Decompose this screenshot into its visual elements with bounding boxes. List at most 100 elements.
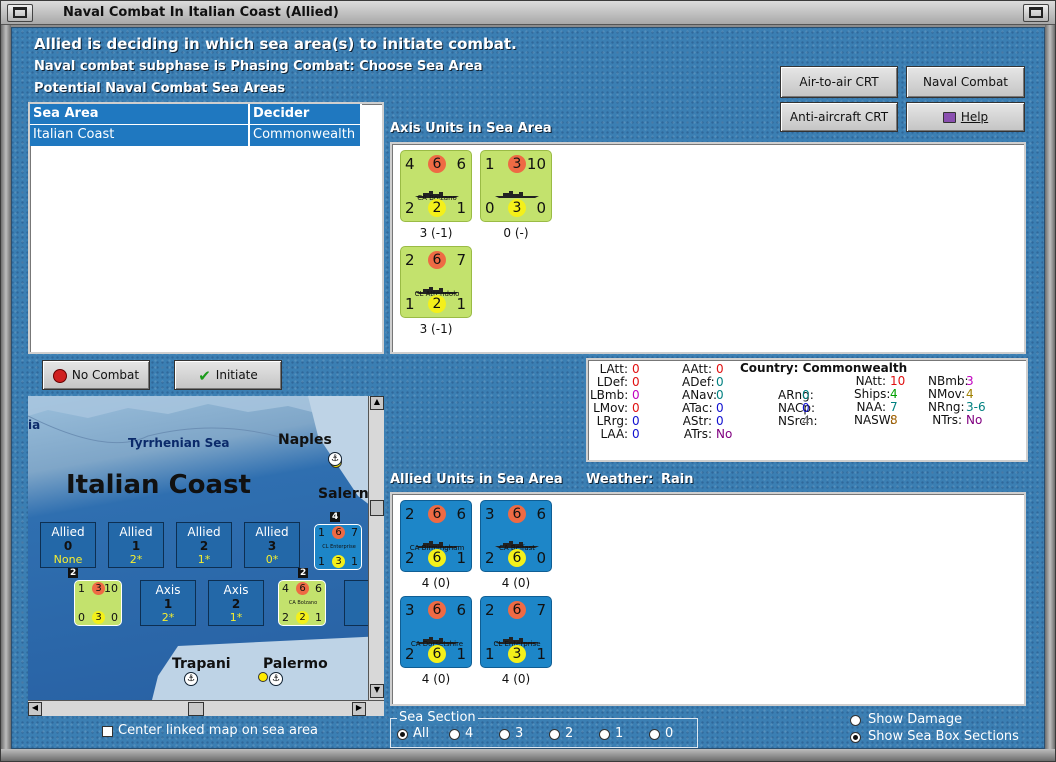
map-unit-counter[interactable]: 4 6 6 CA Bolzano 2 2 1 — [278, 580, 326, 626]
unit-name: CL Enterprise — [322, 544, 356, 550]
system-menu-button[interactable] — [7, 4, 33, 22]
attack-factor: 4 — [405, 155, 415, 173]
sea-section-label: Sea Section — [397, 710, 478, 725]
no-combat-button[interactable]: No Combat — [42, 360, 150, 390]
stat-value: 0 — [716, 414, 724, 428]
sea-area-list: Sea Area Decider Italian Coast Commonwea… — [28, 102, 384, 354]
box-value: 1* — [229, 611, 243, 624]
subphase-message: Naval combat subphase is Phasing Combat:… — [34, 59, 483, 74]
palermo-city-marker — [258, 672, 268, 682]
cell-decider[interactable]: Commonwealth — [250, 125, 362, 146]
bottom-frame — [1, 749, 1055, 761]
horizontal-scroll-thumb[interactable] — [188, 702, 204, 716]
sea-section-radio-3[interactable] — [549, 729, 560, 740]
allied-units-label: Allied Units in Sea Area — [390, 472, 563, 487]
show-sea-box-sections-radio[interactable] — [850, 732, 861, 743]
box-title: Axis — [155, 583, 181, 597]
cell-sea-area[interactable]: Italian Coast — [30, 125, 250, 146]
aa-factor: 2 — [405, 645, 415, 663]
sea-section-radio-2[interactable] — [499, 729, 510, 740]
asw-factor: 3 — [332, 555, 345, 568]
sea-area-map[interactable]: Tyrrhenian Sea Italian Coast Naples Sale… — [28, 396, 384, 716]
map-vertical-scrollbar[interactable]: ▲ ▼ — [368, 396, 384, 700]
map-horizontal-scrollbar[interactable]: ◀ ▶ — [28, 700, 384, 716]
stat-label: ADef: — [682, 375, 715, 389]
defense-factor: 6 — [508, 505, 526, 523]
axis-sea-box-0[interactable]: Axis 1 2* — [140, 580, 196, 626]
axis-unit-counter[interactable]: 2 6 7 CL Attendolo 1 2 1 — [400, 246, 472, 318]
center-map-checkbox[interactable] — [102, 726, 113, 737]
air-to-air-crt-button[interactable]: Air-to-air CRT — [780, 66, 898, 98]
movement-factor: 1 — [456, 549, 466, 567]
movement-factor: 1 — [456, 645, 466, 663]
range-factor: 10 — [526, 155, 546, 173]
allied-sea-box-1[interactable]: Allied 1 2* — [108, 522, 164, 568]
attack-factor: 3 — [485, 505, 495, 523]
map-unit-counter[interactable]: 1 6 7 CL Enterprise 1 3 1 — [314, 524, 362, 570]
help-button[interactable]: Help — [906, 102, 1025, 132]
show-damage-radio[interactable] — [850, 715, 861, 726]
axis-unit-counter[interactable]: 1 3 10 0 3 0 — [480, 150, 552, 222]
initiate-combat-button[interactable]: ✔Initiate Combat — [174, 360, 282, 411]
sea-section-radio-1[interactable] — [449, 729, 460, 740]
allied-unit-counter[interactable]: 2 6 7 CL Enterprise 1 3 1 — [480, 596, 552, 668]
stat-label: NTrs: — [932, 413, 962, 427]
country-info-panel: LAtt: 0 LDef: 0 LBmb: 0 LMov: 0 LRrg: 0 LAA: 0 AAtt:… — [586, 358, 1028, 462]
title-bar[interactable]: Naval Combat In Italian Coast (Allied) — [1, 1, 1055, 25]
scroll-right-arrow-icon[interactable]: ▶ — [352, 702, 366, 716]
maximize-button[interactable] — [1023, 4, 1049, 22]
city-salerno: Salern — [318, 486, 369, 502]
attack-factor: 1 — [485, 155, 495, 173]
stat-label: LAtt: — [599, 362, 628, 376]
scroll-down-arrow-icon[interactable]: ▼ — [370, 684, 384, 698]
window-icon — [13, 7, 27, 18]
asw-factor: 3 — [508, 645, 526, 663]
box-value: 0* — [265, 553, 279, 566]
allied-sea-box-2[interactable]: Allied 2 1* — [176, 522, 232, 568]
column-header-sea-area[interactable]: Sea Area — [30, 104, 250, 125]
column-header-decider[interactable]: Decider — [250, 104, 362, 125]
stack-count-badge: 4 — [330, 512, 341, 522]
attack-factor: 2 — [485, 601, 495, 619]
stat-label: NASW: — [854, 413, 895, 427]
map-unit-counter[interactable]: 1 3 10 0 3 0 — [74, 580, 122, 626]
stat-value: 3 — [966, 374, 974, 388]
sea-section-radio-5[interactable] — [649, 729, 660, 740]
ship-silhouette-icon — [415, 183, 459, 198]
naval-combat-chart-button[interactable]: Naval Combat Chart — [906, 66, 1025, 119]
sea-section-radio-4[interactable] — [599, 729, 610, 740]
aa-factor: 2 — [485, 549, 495, 567]
stat-label: LDef: — [596, 375, 628, 389]
allied-unit-counter[interactable]: 3 6 6 CA Dorsetshire 2 6 1 — [400, 596, 472, 668]
scroll-left-arrow-icon[interactable]: ◀ — [28, 702, 42, 716]
axis-unit-counter[interactable]: 4 6 6 CA Bolzano 2 2 1 — [400, 150, 472, 222]
stat-value: No — [966, 413, 983, 427]
allied-sea-box-3[interactable]: Allied 3 0* — [244, 522, 300, 568]
window-title: Naval Combat In Italian Coast (Allied) — [63, 5, 339, 20]
vertical-scroll-thumb[interactable] — [370, 500, 384, 516]
asw-factor: 6 — [428, 549, 446, 567]
anti-aircraft-crt-button[interactable]: Anti-aircraft CRT — [780, 102, 898, 132]
allied-unit-counter[interactable]: 3 6 6 CA Belfast 2 6 0 — [480, 500, 552, 572]
sea-section-radio-0[interactable] — [397, 729, 408, 740]
box-number: 0 — [63, 539, 73, 553]
map-edge-text: ia — [28, 418, 41, 432]
allied-sea-box-0[interactable]: Allied 0 None — [40, 522, 96, 568]
aa-factor: 2 — [282, 611, 289, 624]
stat-value: 0 — [632, 414, 640, 428]
aa-factor: 1 — [318, 555, 325, 568]
asw-factor: 6 — [428, 645, 446, 663]
allied-unit-counter[interactable]: 2 6 6 CA Birmingham 2 6 1 — [400, 500, 472, 572]
city-trapani: Trapani — [172, 656, 231, 672]
scroll-up-arrow-icon[interactable]: ▲ — [370, 396, 384, 410]
stat-value: 3-6 — [966, 400, 986, 414]
axis-sea-box-1[interactable]: Axis 2 1* — [208, 580, 264, 626]
box-number: 2 — [231, 597, 241, 611]
asw-factor: 3 — [92, 611, 105, 624]
stat-label: LAA: — [600, 427, 628, 441]
stat-value: 0 — [632, 427, 640, 441]
table-row[interactable]: Italian Coast Commonwealth — [30, 125, 362, 146]
range-factor: 10 — [104, 582, 118, 595]
sea-section-group: Sea Section All 4 3 2 1 0 — [390, 710, 698, 748]
range-factor: 7 — [536, 601, 546, 619]
